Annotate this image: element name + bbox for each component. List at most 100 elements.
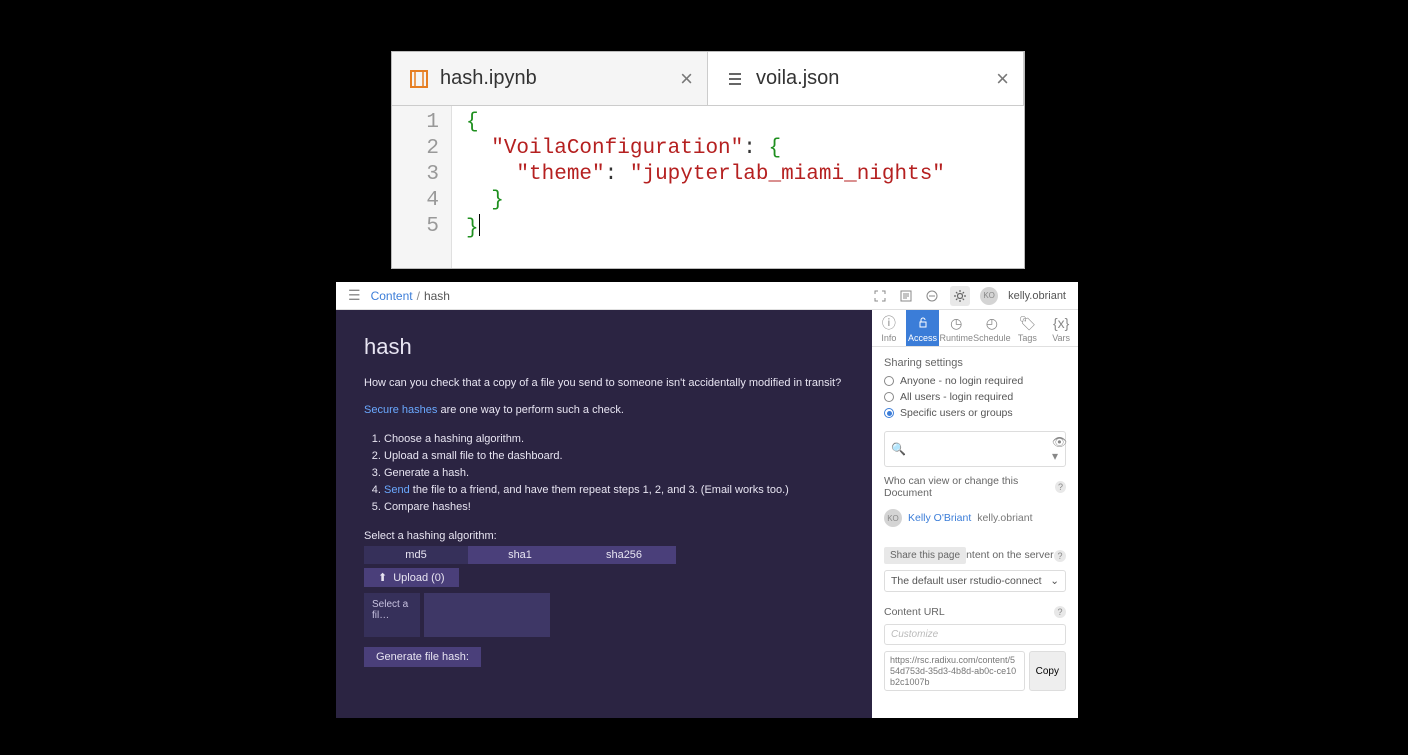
tab-tags[interactable]: 🏷 Tags [1011, 310, 1045, 346]
settings-tabs: ⓘInfo Access ◷Runtime ◴ Schedule 🏷 Tags {x… [872, 310, 1078, 347]
help-icon[interactable]: ? [1054, 550, 1066, 562]
intro-text: How can you check that a copy of a file … [364, 376, 844, 391]
tab-hash-ipynb[interactable]: hash.ipynb × [392, 52, 708, 105]
tab-access[interactable]: Access [906, 310, 940, 346]
tab-runtime[interactable]: ◷Runtime [939, 310, 973, 346]
tab-vars[interactable]: {x} Vars [1044, 310, 1078, 346]
algo-sha256-button[interactable]: sha256 [572, 546, 676, 564]
clock-icon: ◴ [986, 315, 998, 331]
tab-label: Access [908, 333, 937, 343]
secure-hashes-link[interactable]: Secure hashes [364, 404, 437, 416]
tab-label: Info [881, 333, 896, 343]
search-icon: 🔍 [891, 442, 906, 456]
code-token: : [605, 163, 630, 186]
avatar[interactable]: KO [980, 287, 998, 305]
app-topbar: ☰ Content / hash KO kelly.obriant [336, 282, 1078, 310]
who-heading: Who can view or change this Document [884, 475, 1055, 499]
radio-icon [884, 408, 894, 418]
code-token: } [491, 189, 504, 212]
line-number: 4 [392, 188, 439, 214]
menu-icon[interactable]: ☰ [348, 287, 361, 304]
dashboard-pane: hash How can you check that a copy of a … [336, 310, 872, 718]
algo-md5-button[interactable]: md5 [364, 546, 468, 564]
radio-specific[interactable]: Specific users or groups [884, 407, 1066, 419]
intro-tail: are one way to perform such a check. [437, 404, 623, 416]
tab-label: hash.ipynb [440, 67, 537, 90]
line-number: 2 [392, 136, 439, 162]
intro-line2: Secure hashes are one way to perform suc… [364, 403, 844, 418]
help-icon[interactable]: ? [1054, 606, 1066, 618]
line-gutter: 1 2 3 4 5 [392, 106, 452, 268]
send-link[interactable]: Send [384, 484, 410, 496]
expand-icon[interactable] [872, 288, 888, 304]
breadcrumb-root[interactable]: Content [371, 289, 413, 303]
help-icon[interactable]: ? [1055, 481, 1066, 493]
code-token: } [466, 217, 479, 240]
close-icon[interactable]: × [680, 66, 693, 92]
more-icon[interactable] [924, 288, 940, 304]
editor-body[interactable]: 1 2 3 4 5 { "VoilaConfiguration": { "the… [392, 106, 1024, 268]
tab-info[interactable]: ⓘInfo [872, 310, 906, 346]
topbar-username[interactable]: kelly.obriant [1008, 290, 1066, 302]
code-editor-panel: hash.ipynb × voila.json × 1 2 3 4 5 { "V… [391, 51, 1025, 269]
upload-button[interactable]: ⬆ Upload (0) [364, 568, 459, 587]
select-value: The default user rstudio-connect [891, 575, 1042, 587]
file-select-label[interactable]: Select a fil… [364, 593, 420, 637]
step4-tail: the file to a friend, and have them repe… [410, 484, 789, 496]
url-customize-input[interactable]: Customize [884, 624, 1066, 645]
user-row[interactable]: KO Kelly O'Briant kelly.obriant [884, 505, 1066, 539]
generate-hash-button[interactable]: Generate file hash: [364, 647, 481, 667]
vars-icon: {x} [1053, 315, 1069, 331]
line-number: 1 [392, 110, 439, 136]
radio-allusers[interactable]: All users - login required [884, 391, 1066, 403]
tab-label: Tags [1018, 333, 1037, 343]
tab-label: Schedule [973, 333, 1011, 343]
file-drop-area[interactable] [424, 593, 550, 637]
code-token: { [768, 137, 781, 160]
gauge-icon: ◷ [950, 315, 962, 331]
runas-select[interactable]: The default user rstudio-connect ⌄ [884, 570, 1066, 592]
gear-icon[interactable] [950, 286, 970, 306]
upload-icon: ⬆ [378, 571, 387, 584]
url-heading: Content URL [884, 606, 945, 618]
radio-anyone[interactable]: Anyone - no login required [884, 375, 1066, 387]
tab-label: Vars [1052, 333, 1070, 343]
notebook-icon [408, 68, 430, 90]
algo-toggle: md5 sha1 sha256 [364, 546, 844, 564]
copy-button[interactable]: Copy [1029, 651, 1066, 691]
tag-icon: 🏷 [1019, 315, 1037, 331]
code-token: : [743, 137, 768, 160]
close-icon[interactable]: × [996, 66, 1009, 92]
json-icon [724, 68, 746, 90]
radio-label: Anyone - no login required [900, 375, 1023, 387]
settings-pane: ⓘInfo Access ◷Runtime ◴ Schedule 🏷 Tags {x… [872, 310, 1078, 718]
page-title: hash [364, 334, 844, 360]
tab-voila-json[interactable]: voila.json × [708, 52, 1024, 105]
search-input[interactable] [910, 443, 1052, 455]
code-token: { [466, 111, 479, 134]
text-cursor [479, 214, 480, 236]
steps-list: Choose a hashing algorithm. Upload a sma… [384, 431, 844, 516]
visibility-icon[interactable]: 👁 ▾ [1052, 435, 1067, 463]
tab-schedule[interactable]: ◴ Schedule [973, 310, 1011, 346]
radio-label: All users - login required [900, 391, 1013, 403]
line-number: 3 [392, 162, 439, 188]
list-item: Choose a hashing algorithm. [384, 431, 844, 448]
chevron-down-icon: ⌄ [1050, 575, 1059, 587]
list-item: Generate a hash. [384, 465, 844, 482]
line-number: 5 [392, 214, 439, 240]
logs-icon[interactable] [898, 288, 914, 304]
user-name: Kelly O'Briant [908, 512, 971, 524]
user-login: kelly.obriant [977, 512, 1032, 524]
share-page-button[interactable]: Share this page [884, 547, 966, 564]
editor-tabbar: hash.ipynb × voila.json × [392, 52, 1024, 106]
user-search[interactable]: 🔍 👁 ▾ [884, 431, 1066, 467]
algo-sha1-button[interactable]: sha1 [468, 546, 572, 564]
code-area[interactable]: { "VoilaConfiguration": { "theme": "jupy… [452, 106, 959, 268]
upload-label: Upload (0) [393, 572, 444, 584]
exec-tail: ntent on the server [966, 549, 1054, 561]
list-item: Compare hashes! [384, 499, 844, 516]
code-token: "jupyterlab_miami_nights" [630, 163, 945, 186]
breadcrumb-sep: / [417, 289, 420, 303]
radio-icon [884, 376, 894, 386]
